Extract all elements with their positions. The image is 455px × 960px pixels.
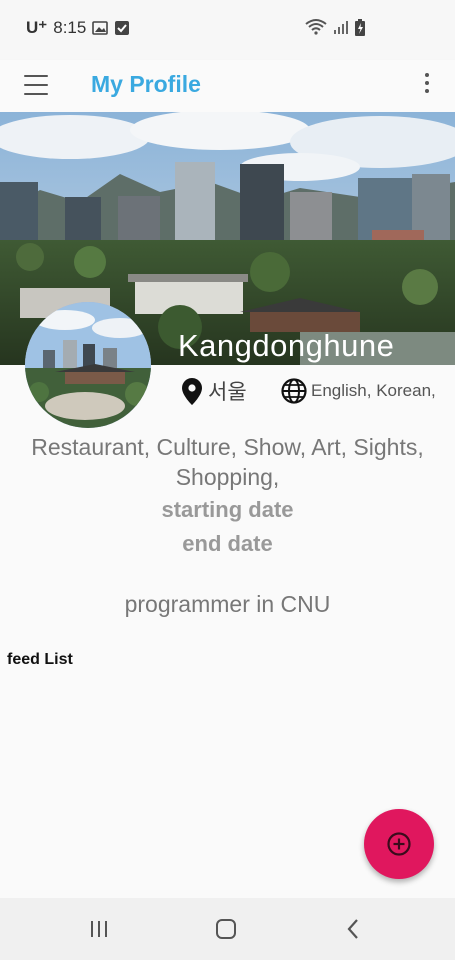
starting-date: starting date	[161, 497, 294, 522]
end-date: end date	[182, 531, 273, 556]
globe-icon	[281, 378, 307, 404]
wifi-icon	[305, 19, 327, 35]
add-circle-icon	[387, 832, 411, 856]
location-pin-icon	[182, 377, 202, 405]
clock: 8:15	[53, 18, 87, 37]
status-bar: U⁺ 8:15	[0, 0, 455, 60]
app-bar: My Profile	[0, 60, 455, 112]
add-feed-button[interactable]	[364, 809, 434, 879]
location-text: 서울	[208, 381, 247, 404]
languages-text: English, Korean,	[311, 381, 436, 400]
battery-charging-icon	[355, 18, 365, 36]
hamburger-menu-icon[interactable]	[24, 75, 48, 95]
page-title: My Profile	[91, 71, 201, 97]
gallery-notification-icon	[92, 21, 109, 35]
languages-row: English, Korean,	[281, 378, 436, 404]
feed-list-label: feed List	[7, 651, 73, 668]
recent-apps-icon[interactable]	[84, 915, 114, 943]
carrier-label: U⁺	[26, 18, 48, 37]
avatar[interactable]	[25, 302, 151, 428]
signal-icon	[334, 21, 348, 34]
occupation-text: programmer in CNU	[124, 591, 331, 617]
checkbox-notification-icon	[115, 21, 130, 35]
more-vert-icon[interactable]	[423, 73, 431, 97]
interests-text: Restaurant, Culture, Show, Art, Sights, …	[31, 434, 424, 490]
status-left: U⁺ 8:15	[26, 18, 130, 38]
location-row: 서울	[182, 376, 247, 406]
system-nav-bar	[0, 898, 455, 960]
home-icon[interactable]	[211, 915, 241, 943]
status-right	[305, 18, 365, 36]
back-icon[interactable]	[338, 915, 368, 943]
profile-name: Kangdonghune	[178, 328, 395, 363]
